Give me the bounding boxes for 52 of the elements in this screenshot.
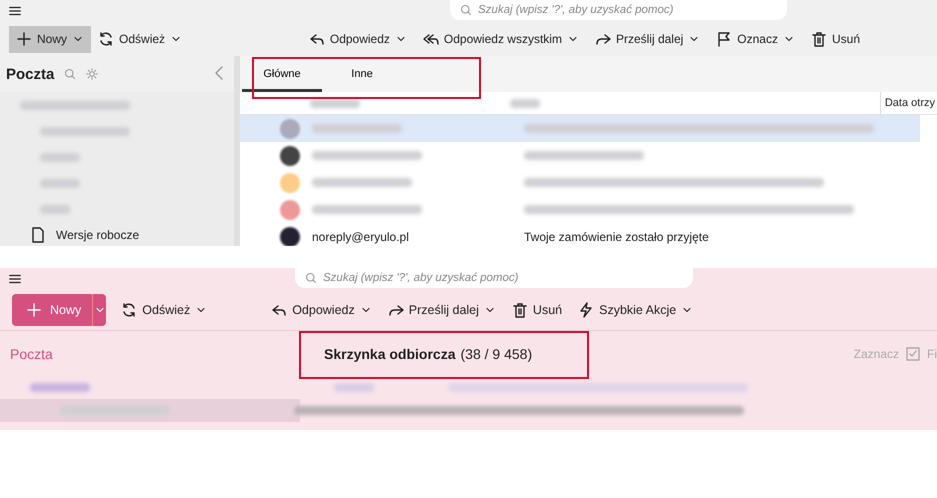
blurred-folder: [40, 204, 70, 214]
forward-button[interactable]: Prześlij dalej: [588, 27, 708, 51]
refresh-button[interactable]: Odśwież: [91, 27, 190, 51]
reply-all-button[interactable]: Odpowiedz wszystkim: [416, 27, 586, 51]
refresh-icon: [98, 31, 114, 47]
blurred-avatar: [280, 118, 300, 138]
new-menu-button[interactable]: [92, 294, 106, 326]
menu-icon: [8, 4, 22, 18]
plus-icon: [16, 31, 32, 47]
tab[interactable]: Główne: [242, 58, 322, 92]
blurred-avatar: [280, 172, 300, 192]
blurred-folder: [40, 152, 80, 162]
forward-button[interactable]: Prześlij dalej: [380, 298, 503, 322]
plus-icon: [26, 302, 42, 318]
reply-button[interactable]: Odpowiedz: [302, 27, 414, 51]
checkbox-icon: [905, 346, 921, 362]
blurred-column-header: [334, 383, 374, 392]
blurred-avatar: [280, 146, 300, 166]
avatar: [280, 226, 300, 246]
bolt-button[interactable]: Szybkie Akcje: [571, 298, 700, 322]
trash-button[interactable]: Usuń: [804, 27, 867, 51]
search-icon: [64, 68, 76, 80]
refresh-icon: [121, 302, 138, 318]
refresh-button[interactable]: Odśwież: [114, 298, 214, 322]
blurred-account: [30, 383, 90, 392]
trash-icon: [810, 31, 827, 47]
tab[interactable]: Inne: [322, 58, 402, 92]
blurred-column-header: [510, 98, 540, 108]
document-icon: [30, 227, 46, 243]
sidebar-title: Poczta: [9, 346, 54, 362]
new-button[interactable]: Nowy: [9, 26, 92, 52]
trash-button[interactable]: Usuń: [504, 298, 570, 322]
menu-icon: [8, 272, 22, 286]
email-subject: Twoje zamówienie zostało przyjęte: [524, 230, 709, 244]
lightning-icon: [578, 302, 594, 318]
search-icon: [305, 272, 317, 284]
flag-button[interactable]: Oznacz: [709, 27, 802, 51]
search-icon: [460, 4, 472, 16]
column-header[interactable]: Data otrzy: [880, 92, 937, 114]
sidebar-title: Poczta: [6, 66, 54, 82]
blurred-folder: [40, 178, 80, 188]
gear-icon: [86, 68, 98, 80]
email-sender: noreply@eryulo.pl: [312, 230, 410, 244]
folder-item[interactable]: Wersje robocze: [56, 228, 140, 242]
trash-icon: [512, 302, 528, 318]
flag-icon: [716, 31, 732, 47]
message-count: (38 / 9 458): [460, 346, 532, 362]
search-field[interactable]: Szukaj (wpisz '?', aby uzyskać pomoc): [295, 268, 693, 288]
blurred-avatar: [280, 200, 300, 220]
folder-title: Skrzynka odbiorcza: [324, 346, 456, 362]
reply-button[interactable]: Odpowiedz: [264, 298, 379, 322]
search-field[interactable]: Szukaj (wpisz '?', aby uzyskać pomoc): [450, 0, 787, 20]
